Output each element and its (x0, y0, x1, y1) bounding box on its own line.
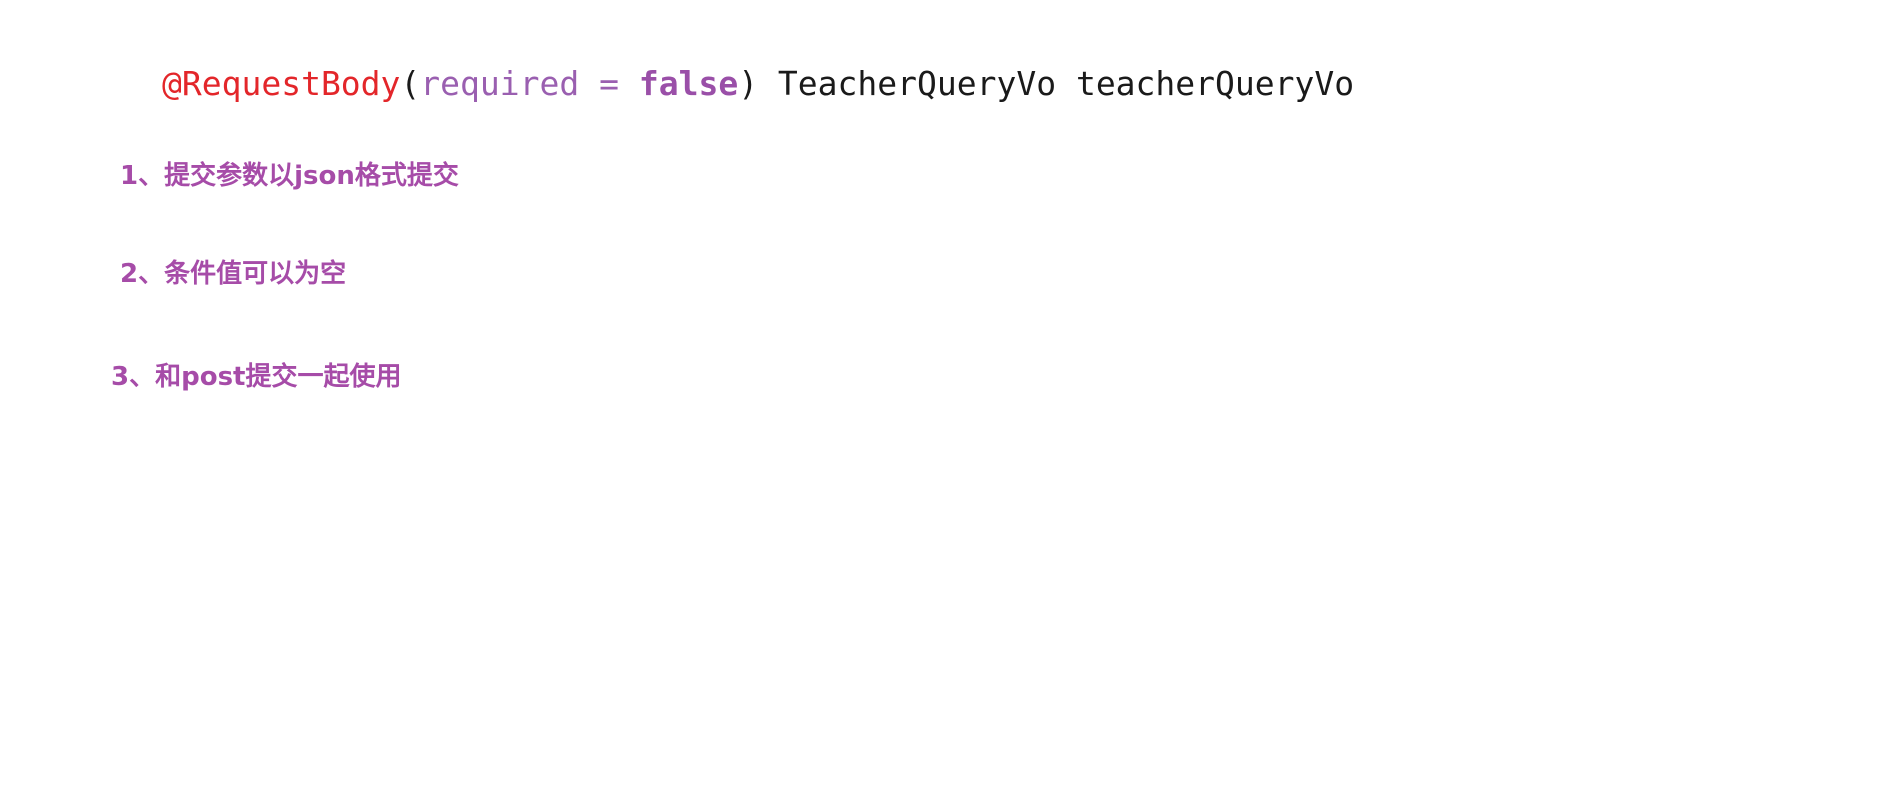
code-keyword: false (638, 64, 739, 103)
code-open-paren: ( (400, 64, 421, 103)
code-type-and-var: TeacherQueryVo teacherQueryVo (758, 64, 1355, 103)
note-item-2: 2、条件值可以为空 (120, 259, 347, 289)
code-close-paren: ) (738, 64, 759, 103)
note-item-1: 1、提交参数以json格式提交 (120, 161, 459, 191)
code-annotation: @RequestBody (162, 64, 401, 103)
code-snippet: @RequestBody(required = false) TeacherQu… (162, 60, 1354, 108)
code-param: required = (420, 64, 639, 103)
note-item-3: 3、和post提交一起使用 (111, 362, 402, 392)
